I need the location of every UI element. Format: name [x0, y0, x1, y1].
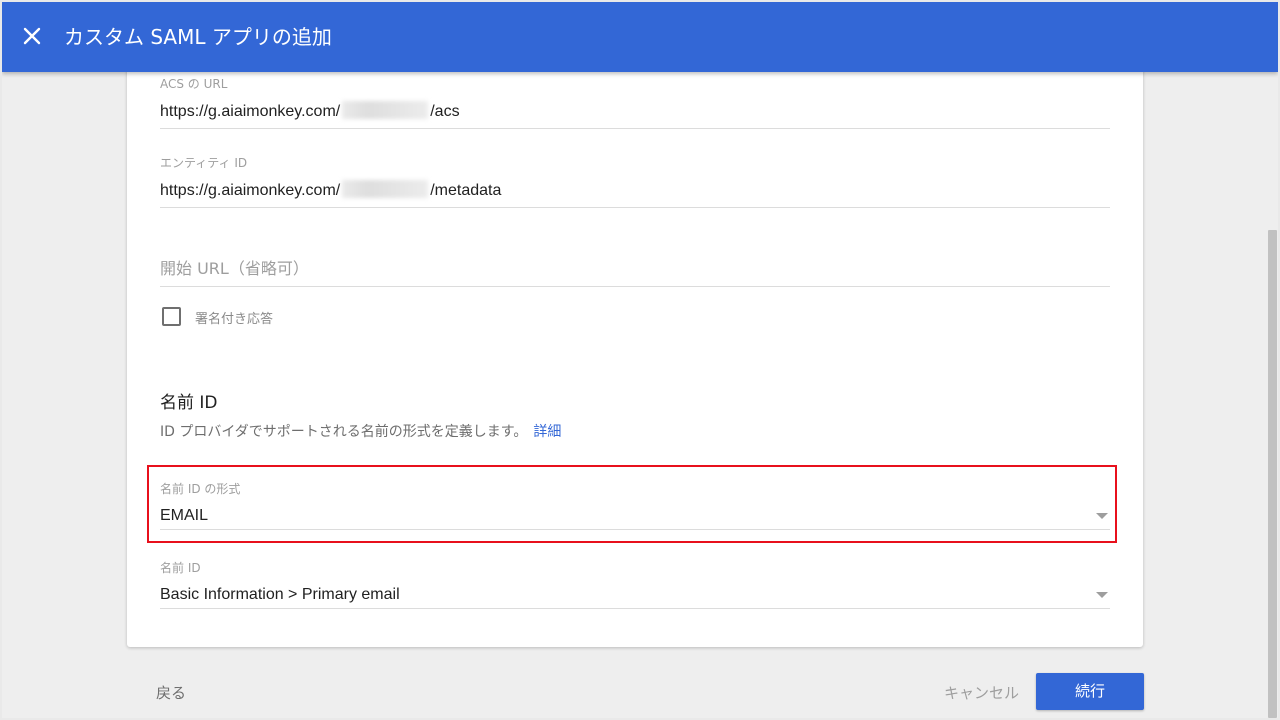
chevron-down-icon[interactable]: [1096, 592, 1108, 598]
field-underline: [160, 529, 1110, 530]
entity-id-prefix: https://g.aiaimonkey.com/: [160, 182, 341, 199]
entity-id-suffix: /metadata: [430, 182, 502, 199]
name-id-label: 名前 ID: [160, 561, 201, 575]
field-underline: [160, 128, 1110, 129]
details-link[interactable]: 詳細: [533, 424, 561, 440]
signed-response-label: 署名付き応答: [195, 312, 274, 327]
entity-id-value[interactable]: https://g.aiaimonkey.com/ /metadata: [160, 180, 1110, 201]
field-underline: [160, 286, 1110, 287]
name-id-format-value[interactable]: EMAIL: [160, 506, 1110, 526]
name-id-section-title: 名前 ID: [160, 393, 218, 413]
app-window: カスタム SAML アプリの追加 ACS の URL https://g.aia…: [2, 2, 1278, 718]
name-id-value[interactable]: Basic Information > Primary email: [160, 585, 1110, 605]
entity-id-field[interactable]: エンティティ ID https://g.aiaimonkey.com/ /meta…: [160, 156, 1110, 208]
start-url-input[interactable]: 開始 URL（省略可）: [160, 259, 1110, 287]
redacted-id: [342, 101, 429, 119]
scrollbar-thumb[interactable]: [1268, 230, 1277, 718]
cancel-button[interactable]: キャンセル: [944, 682, 1019, 703]
name-id-format-label: 名前 ID の形式: [160, 482, 241, 496]
continue-button[interactable]: 続行: [1036, 673, 1144, 710]
back-button[interactable]: 戻る: [156, 682, 186, 703]
name-id-section-description: ID プロバイダでサポートされる名前の形式を定義します。 詳細: [160, 421, 561, 441]
acs-url-label: ACS の URL: [160, 77, 228, 91]
name-id-format-select[interactable]: 名前 ID の形式 EMAIL: [160, 482, 1110, 530]
page-title: カスタム SAML アプリの追加: [64, 25, 332, 49]
entity-id-label: エンティティ ID: [160, 156, 248, 170]
header-bar: カスタム SAML アプリの追加: [2, 2, 1278, 72]
acs-url-prefix: https://g.aiaimonkey.com/: [160, 103, 341, 120]
acs-url-suffix: /acs: [430, 103, 460, 120]
acs-url-value[interactable]: https://g.aiaimonkey.com/ /acs: [160, 101, 1110, 122]
name-id-select[interactable]: 名前 ID Basic Information > Primary email: [160, 561, 1110, 609]
description-text: ID プロバイダでサポートされる名前の形式を定義します。: [160, 424, 528, 440]
field-underline: [160, 608, 1110, 609]
signed-response-checkbox[interactable]: [162, 307, 181, 326]
redacted-id: [342, 180, 429, 198]
field-underline: [160, 207, 1110, 208]
close-icon[interactable]: [20, 24, 44, 48]
acs-url-field[interactable]: ACS の URL https://g.aiaimonkey.com/ /acs: [160, 77, 1110, 129]
chevron-down-icon[interactable]: [1096, 513, 1108, 519]
start-url-placeholder: 開始 URL（省略可）: [160, 259, 309, 278]
form-card: ACS の URL https://g.aiaimonkey.com//acs …: [127, 62, 1143, 647]
